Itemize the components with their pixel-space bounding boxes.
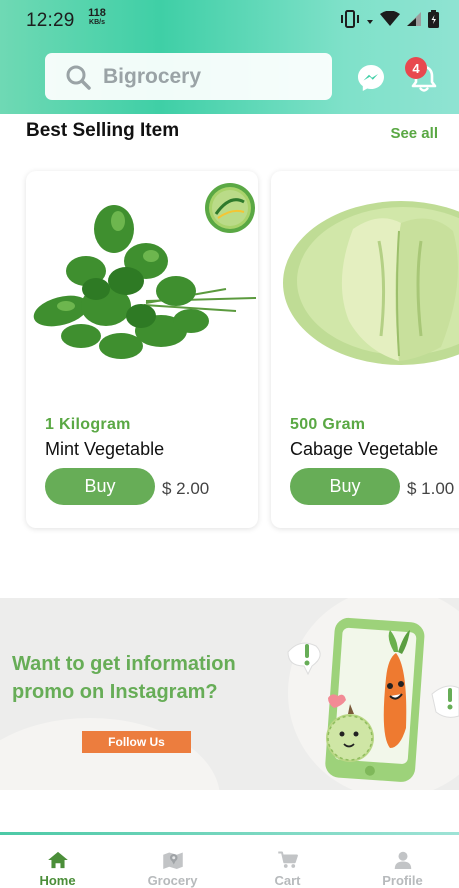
header: 12:29 118 KB/s Bigrocery 4 bbox=[0, 0, 459, 114]
profile-icon bbox=[394, 851, 411, 869]
buy-button[interactable]: Buy bbox=[290, 468, 400, 505]
nav-home[interactable]: Home bbox=[0, 835, 115, 888]
product-name: Cabage Vegetable bbox=[290, 439, 439, 459]
search-bar[interactable] bbox=[45, 53, 332, 100]
wifi-icon bbox=[380, 11, 400, 26]
bottom-navigation: Home Grocery Cart Profile bbox=[0, 835, 459, 888]
map-icon bbox=[162, 852, 183, 869]
see-all-link[interactable]: See all bbox=[390, 125, 438, 142]
network-speed-value: 118 bbox=[88, 7, 106, 19]
nav-home-label: Home bbox=[39, 873, 76, 888]
cabbage-vegetable-image bbox=[283, 201, 459, 365]
search-icon bbox=[66, 65, 91, 90]
nav-profile-label: Profile bbox=[382, 873, 423, 888]
nav-cart[interactable]: Cart bbox=[230, 835, 345, 888]
app-screen: 12:29 118 KB/s Bigrocery 4 Best Selling … bbox=[0, 0, 459, 888]
product-weight: 500 Gram bbox=[290, 416, 366, 433]
nav-profile[interactable]: Profile bbox=[345, 835, 459, 888]
fresh-logo-icon bbox=[205, 183, 255, 233]
vibrate-icon bbox=[341, 10, 359, 28]
nav-cart-label: Cart bbox=[274, 873, 301, 888]
signal-icon bbox=[407, 12, 421, 26]
messenger-icon[interactable] bbox=[356, 63, 386, 93]
home-icon bbox=[47, 851, 68, 869]
network-speed: 118 KB/s bbox=[86, 7, 108, 27]
network-speed-unit: KB/s bbox=[89, 19, 105, 26]
buy-button[interactable]: Buy bbox=[45, 468, 155, 505]
battery-icon bbox=[428, 10, 439, 28]
phone-vegetables-illustration bbox=[287, 617, 459, 782]
cart-icon bbox=[277, 851, 298, 868]
status-bar: 12:29 118 KB/s bbox=[0, 0, 459, 40]
section-title: Best Selling Item bbox=[26, 120, 180, 141]
notification-badge: 4 bbox=[405, 57, 427, 79]
promo-title: Want to get information promo on Instagr… bbox=[12, 653, 236, 703]
data-arrows-icon bbox=[367, 20, 373, 24]
promo-banner[interactable]: Want to get information promo on Instagr… bbox=[0, 598, 459, 790]
product-name: Mint Vegetable bbox=[45, 439, 165, 459]
nav-grocery-label: Grocery bbox=[147, 873, 198, 888]
product-card[interactable]: 1 Kilogram Mint Vegetable Buy $ 2.00 bbox=[26, 171, 258, 528]
product-price: $ 1.00 bbox=[407, 479, 455, 498]
product-price: $ 2.00 bbox=[162, 479, 210, 498]
status-icons bbox=[340, 10, 439, 28]
search-input[interactable] bbox=[103, 64, 303, 89]
product-card[interactable]: 500 Gram Cabage Vegetable Buy $ 1.00 bbox=[271, 171, 459, 528]
clock: 12:29 bbox=[26, 10, 75, 31]
promo-bg-shape bbox=[0, 718, 220, 790]
nav-grocery[interactable]: Grocery bbox=[115, 835, 230, 888]
follow-us-button[interactable]: Follow Us bbox=[82, 731, 191, 753]
product-weight: 1 Kilogram bbox=[45, 416, 131, 433]
